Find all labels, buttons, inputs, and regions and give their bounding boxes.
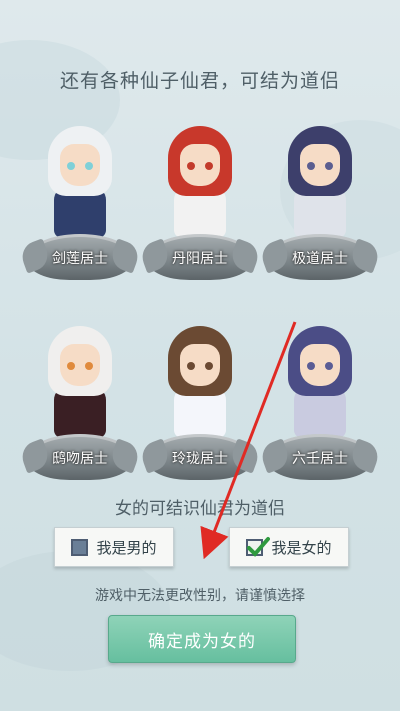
- character-portrait: [48, 314, 112, 438]
- eye-icon: [307, 362, 315, 370]
- character-card[interactable]: 剑莲居士: [20, 110, 140, 280]
- eye-icon: [187, 162, 195, 170]
- character-card[interactable]: 鸱吻居士: [20, 310, 140, 480]
- eye-icon: [187, 362, 195, 370]
- character-face: [300, 344, 340, 386]
- character-portrait: [288, 114, 352, 238]
- character-face: [180, 344, 220, 386]
- character-portrait: [288, 314, 352, 438]
- character-portrait: [48, 114, 112, 238]
- character-portrait: [168, 314, 232, 438]
- eye-icon: [67, 162, 75, 170]
- character-face: [300, 144, 340, 186]
- eye-icon: [325, 362, 333, 370]
- eye-icon: [307, 162, 315, 170]
- gender-prompt: 女的可结识仙君为道侣: [115, 499, 285, 519]
- eye-icon: [205, 362, 213, 370]
- checkbox-unchecked-icon: [71, 538, 89, 556]
- character-face: [60, 344, 100, 386]
- character-name: 玲珑居士: [172, 451, 228, 467]
- eye-icon: [67, 362, 75, 370]
- page-title: 还有各种仙子仙君，可结为道侣: [59, 70, 340, 92]
- eye-icon: [325, 162, 333, 170]
- character-name: 剑莲居士: [52, 251, 108, 267]
- eye-icon: [205, 162, 213, 170]
- character-card[interactable]: 极道居士: [260, 110, 380, 280]
- female-option-button[interactable]: 我是女的: [229, 527, 349, 567]
- character-face: [60, 144, 100, 186]
- eye-icon: [85, 362, 93, 370]
- female-option-label: 我是女的: [271, 538, 332, 557]
- male-option-label: 我是男的: [96, 538, 157, 557]
- eye-icon: [85, 162, 93, 170]
- character-name: 鸱吻居士: [52, 451, 108, 467]
- character-name: 六壬居士: [292, 451, 348, 467]
- male-option-button[interactable]: 我是男的: [54, 527, 174, 567]
- character-name: 丹阳居士: [172, 251, 228, 267]
- character-card[interactable]: 玲珑居士: [140, 310, 260, 480]
- gender-warning: 游戏中无法更改性别，请谨慎选择: [95, 588, 305, 604]
- character-card[interactable]: 丹阳居士: [140, 110, 260, 280]
- character-portrait: [168, 114, 232, 238]
- checkbox-checked-icon: [246, 536, 271, 557]
- character-name: 极道居士: [292, 251, 348, 267]
- character-face: [180, 144, 220, 186]
- character-card[interactable]: 六壬居士: [260, 310, 380, 480]
- checkmark-icon: [247, 536, 271, 557]
- confirm-button[interactable]: 确定成为女的: [108, 615, 296, 663]
